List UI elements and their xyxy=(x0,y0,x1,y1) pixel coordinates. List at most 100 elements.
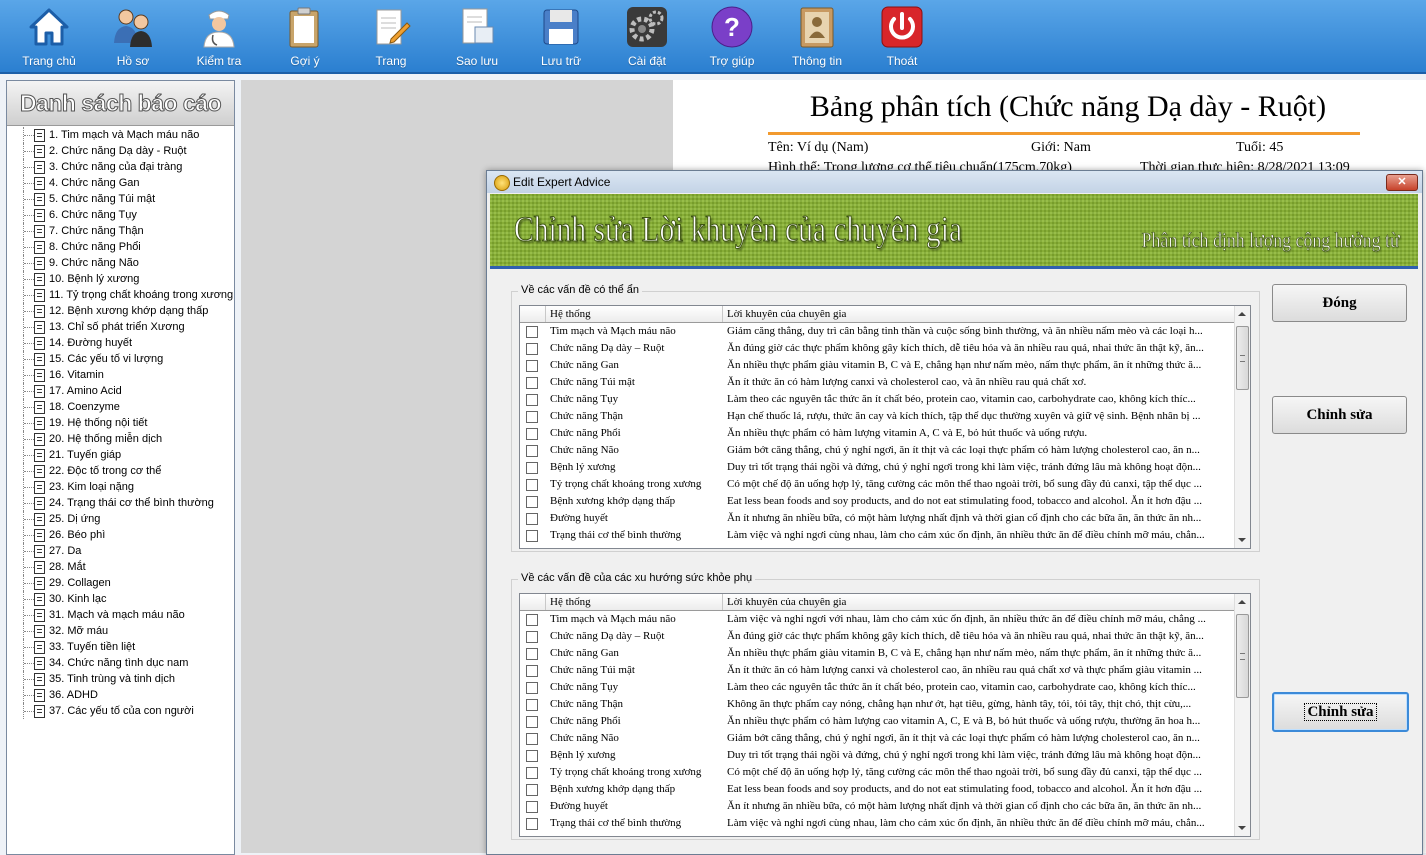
scroll-down-icon[interactable] xyxy=(1238,826,1246,830)
report-list-item[interactable]: 35. Tinh trùng và tinh dịch xyxy=(11,671,233,687)
table-row[interactable]: Chức năng Tụy Làm theo các nguyên tắc thứ… xyxy=(520,679,1234,696)
report-list-item[interactable]: 21. Tuyến giáp xyxy=(11,447,233,463)
report-list-item[interactable]: 20. Hệ thống miễn dịch xyxy=(11,431,233,447)
table-row[interactable]: Chức năng Não Giảm bớt căng thẳng, chú ý … xyxy=(520,730,1234,747)
table-row[interactable]: Trạng thái cơ thể bình thường Làm việc và… xyxy=(520,527,1234,544)
table-row[interactable]: Tim mạch và Mạch máu não Giảm căng thẳng,… xyxy=(520,323,1234,340)
row-checkbox[interactable] xyxy=(526,665,538,677)
toolbar-backup-button[interactable]: Sao lưu xyxy=(437,2,517,70)
report-list-item[interactable]: 33. Tuyến tiền liệt xyxy=(11,639,233,655)
edit-hidden-issues-button[interactable]: Chỉnh sửa xyxy=(1272,396,1407,434)
row-checkbox[interactable] xyxy=(526,767,538,779)
dialog-titlebar[interactable]: Edit Expert Advice ✕ xyxy=(487,171,1422,193)
table-row[interactable]: Chức năng Tụy Làm theo các nguyên tắc thứ… xyxy=(520,391,1234,408)
row-checkbox[interactable] xyxy=(526,682,538,694)
row-checkbox[interactable] xyxy=(526,784,538,796)
report-list-item[interactable]: 37. Các yếu tố của con người xyxy=(11,703,233,719)
report-list-item[interactable]: 30. Kinh lạc xyxy=(11,591,233,607)
report-list-item[interactable]: 8. Chức năng Phổi xyxy=(11,239,233,255)
table-row[interactable]: Bệnh lý xương Duy trì tốt trạng thái ngồi… xyxy=(520,459,1234,476)
row-checkbox[interactable] xyxy=(526,479,538,491)
report-list-item[interactable]: 15. Các yếu tố vi lượng xyxy=(11,351,233,367)
table-row[interactable]: Chức năng Túi mật Ăn ít thức ăn có hàm lư… xyxy=(520,662,1234,679)
scroll-up-icon[interactable] xyxy=(1238,312,1246,316)
table-row[interactable]: Bệnh lý xương Duy trì tốt trạng thái ngồi… xyxy=(520,747,1234,764)
table-row[interactable]: Chức năng Phổi Ăn nhiều thực phẩm có hàm … xyxy=(520,713,1234,730)
table-row[interactable]: Chức năng Gan Ăn nhiều thực phẩm giàu vit… xyxy=(520,357,1234,374)
table-row[interactable]: Bệnh xương khớp dạng thấp Eat less bean f… xyxy=(520,493,1234,510)
report-list-item[interactable]: 14. Đường huyết xyxy=(11,335,233,351)
scroll-thumb[interactable] xyxy=(1236,614,1249,698)
table-row[interactable]: Chức năng Phổi Ăn nhiều thực phẩm có hàm … xyxy=(520,425,1234,442)
report-list-item[interactable]: 5. Chức năng Túi mật xyxy=(11,191,233,207)
report-list-item[interactable]: 17. Amino Acid xyxy=(11,383,233,399)
row-checkbox[interactable] xyxy=(526,631,538,643)
report-list-item[interactable]: 27. Da xyxy=(11,543,233,559)
report-list-item[interactable]: 29. Collagen xyxy=(11,575,233,591)
column-header-system[interactable]: Hệ thống xyxy=(546,594,723,610)
table-row[interactable]: Bệnh xương khớp dạng thấp Eat less bean f… xyxy=(520,781,1234,798)
row-checkbox[interactable] xyxy=(526,513,538,525)
toolbar-info-button[interactable]: Thông tin xyxy=(777,2,857,70)
column-header-advice[interactable]: Lời khuyên của chuyên gia xyxy=(723,306,1232,322)
toolbar-profile-button[interactable]: Hồ sơ xyxy=(93,2,173,70)
row-checkbox[interactable] xyxy=(526,496,538,508)
scroll-up-icon[interactable] xyxy=(1238,600,1246,604)
report-list-item[interactable]: 9. Chức năng Não xyxy=(11,255,233,271)
scroll-down-icon[interactable] xyxy=(1238,538,1246,542)
close-button[interactable]: Đóng xyxy=(1272,284,1407,322)
report-list-item[interactable]: 6. Chức năng Tụy xyxy=(11,207,233,223)
column-header-system[interactable]: Hệ thống xyxy=(546,306,723,322)
report-list-item[interactable]: 23. Kim loại nặng xyxy=(11,479,233,495)
grid-scrollbar[interactable] xyxy=(1234,306,1250,548)
report-list-item[interactable]: 19. Hệ thống nội tiết xyxy=(11,415,233,431)
report-list-item[interactable]: 28. Mắt xyxy=(11,559,233,575)
report-list-item[interactable]: 26. Béo phì xyxy=(11,527,233,543)
edit-subhealth-button[interactable]: Chỉnh sửa xyxy=(1272,692,1409,732)
table-row[interactable]: Tỷ trọng chất khoáng trong xương Có một c… xyxy=(520,764,1234,781)
table-row[interactable]: Chức năng Gan Ăn nhiều thực phẩm giàu vit… xyxy=(520,645,1234,662)
row-checkbox[interactable] xyxy=(526,377,538,389)
scroll-thumb[interactable] xyxy=(1236,326,1249,390)
table-row[interactable]: Chức năng Não Giảm bớt căng thẳng, chú ý … xyxy=(520,442,1234,459)
row-checkbox[interactable] xyxy=(526,716,538,728)
report-list-item[interactable]: 7. Chức năng Thận xyxy=(11,223,233,239)
report-list-item[interactable]: 13. Chỉ số phát triển Xương xyxy=(11,319,233,335)
row-checkbox[interactable] xyxy=(526,733,538,745)
table-row[interactable]: Chức năng Dạ dày – Ruột Ăn đúng giờ các t… xyxy=(520,340,1234,357)
report-list-item[interactable]: 18. Coenzyme xyxy=(11,399,233,415)
report-list-item[interactable]: 3. Chức năng của đại tràng xyxy=(11,159,233,175)
report-list-item[interactable]: 36. ADHD xyxy=(11,687,233,703)
toolbar-check-button[interactable]: Kiểm tra xyxy=(179,2,259,70)
row-checkbox[interactable] xyxy=(526,614,538,626)
table-row[interactable]: Chức năng Thận Không ăn thực phẩm cay nón… xyxy=(520,696,1234,713)
report-list-item[interactable]: 34. Chức năng tình dục nam xyxy=(11,655,233,671)
table-row[interactable]: Đường huyết Ăn ít nhưng ăn nhiều bữa, có … xyxy=(520,798,1234,815)
row-checkbox[interactable] xyxy=(526,818,538,830)
row-checkbox[interactable] xyxy=(526,360,538,372)
row-checkbox[interactable] xyxy=(526,699,538,711)
table-row[interactable]: Chức năng Túi mật Ăn ít thức ăn có hàm lư… xyxy=(520,374,1234,391)
report-list-item[interactable]: 25. Dị ứng xyxy=(11,511,233,527)
row-checkbox[interactable] xyxy=(526,343,538,355)
row-checkbox[interactable] xyxy=(526,462,538,474)
table-row[interactable]: Chức năng Dạ dày – Ruột Ăn đúng giờ các t… xyxy=(520,628,1234,645)
toolbar-exit-button[interactable]: Thoát xyxy=(862,2,942,70)
toolbar-home-button[interactable]: Trang chủ xyxy=(9,2,89,70)
report-list-item[interactable]: 32. Mỡ máu xyxy=(11,623,233,639)
row-checkbox[interactable] xyxy=(526,530,538,542)
toolbar-help-button[interactable]: ? Trợ giúp xyxy=(692,2,772,70)
report-list-item[interactable]: 1. Tim mạch và Mạch máu não xyxy=(11,127,233,143)
toolbar-archive-button[interactable]: Lưu trữ xyxy=(521,2,601,70)
report-list-item[interactable]: 31. Mạch và mạch máu não xyxy=(11,607,233,623)
row-checkbox[interactable] xyxy=(526,801,538,813)
toolbar-settings-button[interactable]: Cài đặt xyxy=(607,2,687,70)
column-header-advice[interactable]: Lời khuyên của chuyên gia xyxy=(723,594,1232,610)
row-checkbox[interactable] xyxy=(526,326,538,338)
report-list-item[interactable]: 4. Chức năng Gan xyxy=(11,175,233,191)
row-checkbox[interactable] xyxy=(526,394,538,406)
grid-scrollbar[interactable] xyxy=(1234,594,1250,836)
table-row[interactable]: Tỷ trọng chất khoáng trong xương Có một c… xyxy=(520,476,1234,493)
dialog-close-button[interactable]: ✕ xyxy=(1386,174,1418,191)
report-list-item[interactable]: 22. Độc tố trong cơ thể xyxy=(11,463,233,479)
